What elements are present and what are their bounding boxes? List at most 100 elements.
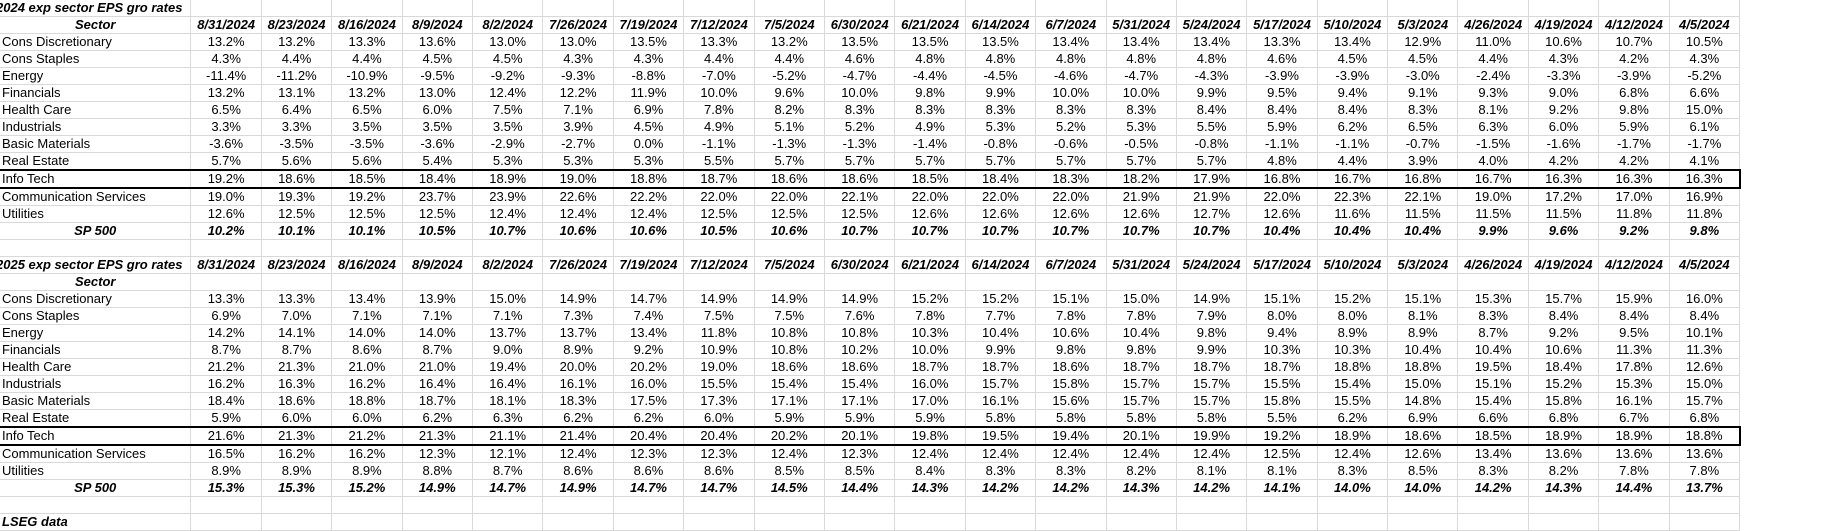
value-cell[interactable]: 15.1% [1246,290,1318,308]
empty-cell[interactable] [1669,0,1741,17]
value-cell[interactable]: -10.9% [331,67,403,85]
empty-cell[interactable] [1246,0,1318,17]
value-cell[interactable]: 11.8% [1669,205,1741,223]
value-cell[interactable]: 8.3% [1387,101,1459,119]
value-cell[interactable]: 6.9% [1387,409,1459,428]
value-cell[interactable]: 8.2% [754,101,825,119]
empty-cell[interactable] [1669,496,1741,514]
value-cell[interactable]: 14.9% [542,290,614,308]
sector-name[interactable]: SP 500 [0,479,192,497]
value-cell[interactable]: 8.1% [1246,462,1318,480]
value-cell[interactable]: 8.9% [261,462,333,480]
empty-cell[interactable] [1246,513,1318,531]
value-cell[interactable]: 8.9% [542,341,614,359]
value-cell[interactable]: 8.4% [1176,101,1248,119]
date-header[interactable]: 4/19/2024 [1528,256,1600,274]
empty-cell[interactable] [1106,0,1177,17]
empty-cell[interactable] [542,239,614,257]
value-cell[interactable]: 9.5% [1246,84,1318,102]
value-cell[interactable]: 5.9% [190,409,262,428]
value-cell[interactable]: 8.1% [1176,462,1248,480]
value-cell[interactable]: 7.8% [683,101,755,119]
value-cell[interactable]: 15.8% [1246,392,1318,410]
value-cell[interactable]: 4.6% [1246,50,1318,68]
empty-cell[interactable] [1528,513,1600,531]
value-cell[interactable]: 13.7% [542,324,614,342]
value-cell[interactable]: 9.2% [1528,101,1600,119]
value-cell[interactable]: 12.4% [1176,445,1248,463]
value-cell[interactable]: 13.3% [331,33,403,51]
value-cell[interactable]: 15.0% [1387,375,1459,393]
value-cell[interactable]: 7.1% [331,307,403,325]
value-cell[interactable]: 14.0% [402,324,474,342]
empty-cell[interactable] [1598,0,1670,17]
sector-name[interactable]: Info Tech [0,169,192,189]
value-cell[interactable]: 16.3% [1598,169,1670,189]
value-cell[interactable]: 15.4% [1457,392,1529,410]
value-cell[interactable]: 9.1% [1387,84,1459,102]
value-cell[interactable]: 18.8% [1317,358,1389,376]
empty-cell[interactable] [1669,273,1741,291]
value-cell[interactable]: 5.2% [1035,118,1107,136]
value-cell[interactable]: 18.1% [472,392,544,410]
empty-cell[interactable] [1598,273,1670,291]
date-header[interactable]: 4/12/2024 [1598,16,1670,34]
value-cell[interactable]: 8.3% [965,101,1037,119]
value-cell[interactable]: 8.4% [1246,101,1318,119]
value-cell[interactable]: 15.7% [1106,375,1177,393]
date-header[interactable]: 6/30/2024 [824,16,896,34]
value-cell[interactable]: 19.0% [683,358,755,376]
date-header[interactable]: 6/14/2024 [965,16,1037,34]
value-cell[interactable]: 5.9% [754,409,825,428]
value-cell[interactable]: 5.7% [1106,152,1177,171]
value-cell[interactable]: 18.7% [1246,358,1318,376]
value-cell[interactable]: 5.3% [613,152,685,171]
value-cell[interactable]: 4.4% [1457,50,1529,68]
value-cell[interactable]: 10.5% [402,222,474,240]
empty-cell[interactable] [613,0,685,17]
value-cell[interactable]: 11.8% [683,324,755,342]
value-cell[interactable]: 6.8% [1669,409,1741,428]
value-cell[interactable]: 4.6% [824,50,896,68]
empty-cell[interactable] [1669,513,1741,531]
value-cell[interactable]: 22.1% [1387,188,1459,206]
value-cell[interactable]: 10.3% [894,324,966,342]
value-cell[interactable]: 5.4% [402,152,474,171]
value-cell[interactable]: 4.2% [1598,50,1670,68]
value-cell[interactable]: 22.1% [824,188,896,206]
sector-name[interactable]: Info Tech [0,426,192,446]
date-header[interactable]: 8/31/2024 [190,256,262,274]
empty-cell[interactable] [1457,273,1529,291]
value-cell[interactable]: 13.1% [261,84,333,102]
value-cell[interactable]: 15.6% [1035,392,1107,410]
value-cell[interactable]: 13.7% [1669,479,1741,497]
value-cell[interactable]: 7.8% [1106,307,1177,325]
value-cell[interactable]: 10.4% [1317,222,1389,240]
value-cell[interactable]: 10.6% [1528,33,1600,51]
value-cell[interactable]: 12.3% [402,445,474,463]
value-cell[interactable]: 13.4% [1035,33,1107,51]
empty-cell[interactable] [894,0,966,17]
value-cell[interactable]: 20.4% [613,426,685,446]
value-cell[interactable]: 8.3% [1106,101,1177,119]
value-cell[interactable]: 19.8% [894,426,966,446]
value-cell[interactable]: 12.6% [965,205,1037,223]
value-cell[interactable]: 13.5% [965,33,1037,51]
value-cell[interactable]: 7.3% [542,307,614,325]
value-cell[interactable]: -0.8% [965,135,1037,153]
empty-cell[interactable] [542,0,614,17]
sector-name[interactable]: Cons Staples [0,307,192,325]
value-cell[interactable]: 22.3% [1317,188,1389,206]
empty-cell[interactable] [190,239,262,257]
value-cell[interactable]: 10.6% [613,222,685,240]
value-cell[interactable]: 10.3% [1317,341,1389,359]
value-cell[interactable]: -3.9% [1317,67,1389,85]
empty-cell[interactable] [1176,239,1248,257]
empty-cell[interactable] [1317,496,1389,514]
empty-cell[interactable] [261,0,333,17]
value-cell[interactable]: 13.0% [472,33,544,51]
empty-cell[interactable] [965,513,1037,531]
value-cell[interactable]: 6.2% [1317,409,1389,428]
value-cell[interactable]: 6.9% [613,101,685,119]
value-cell[interactable]: 21.4% [542,426,614,446]
